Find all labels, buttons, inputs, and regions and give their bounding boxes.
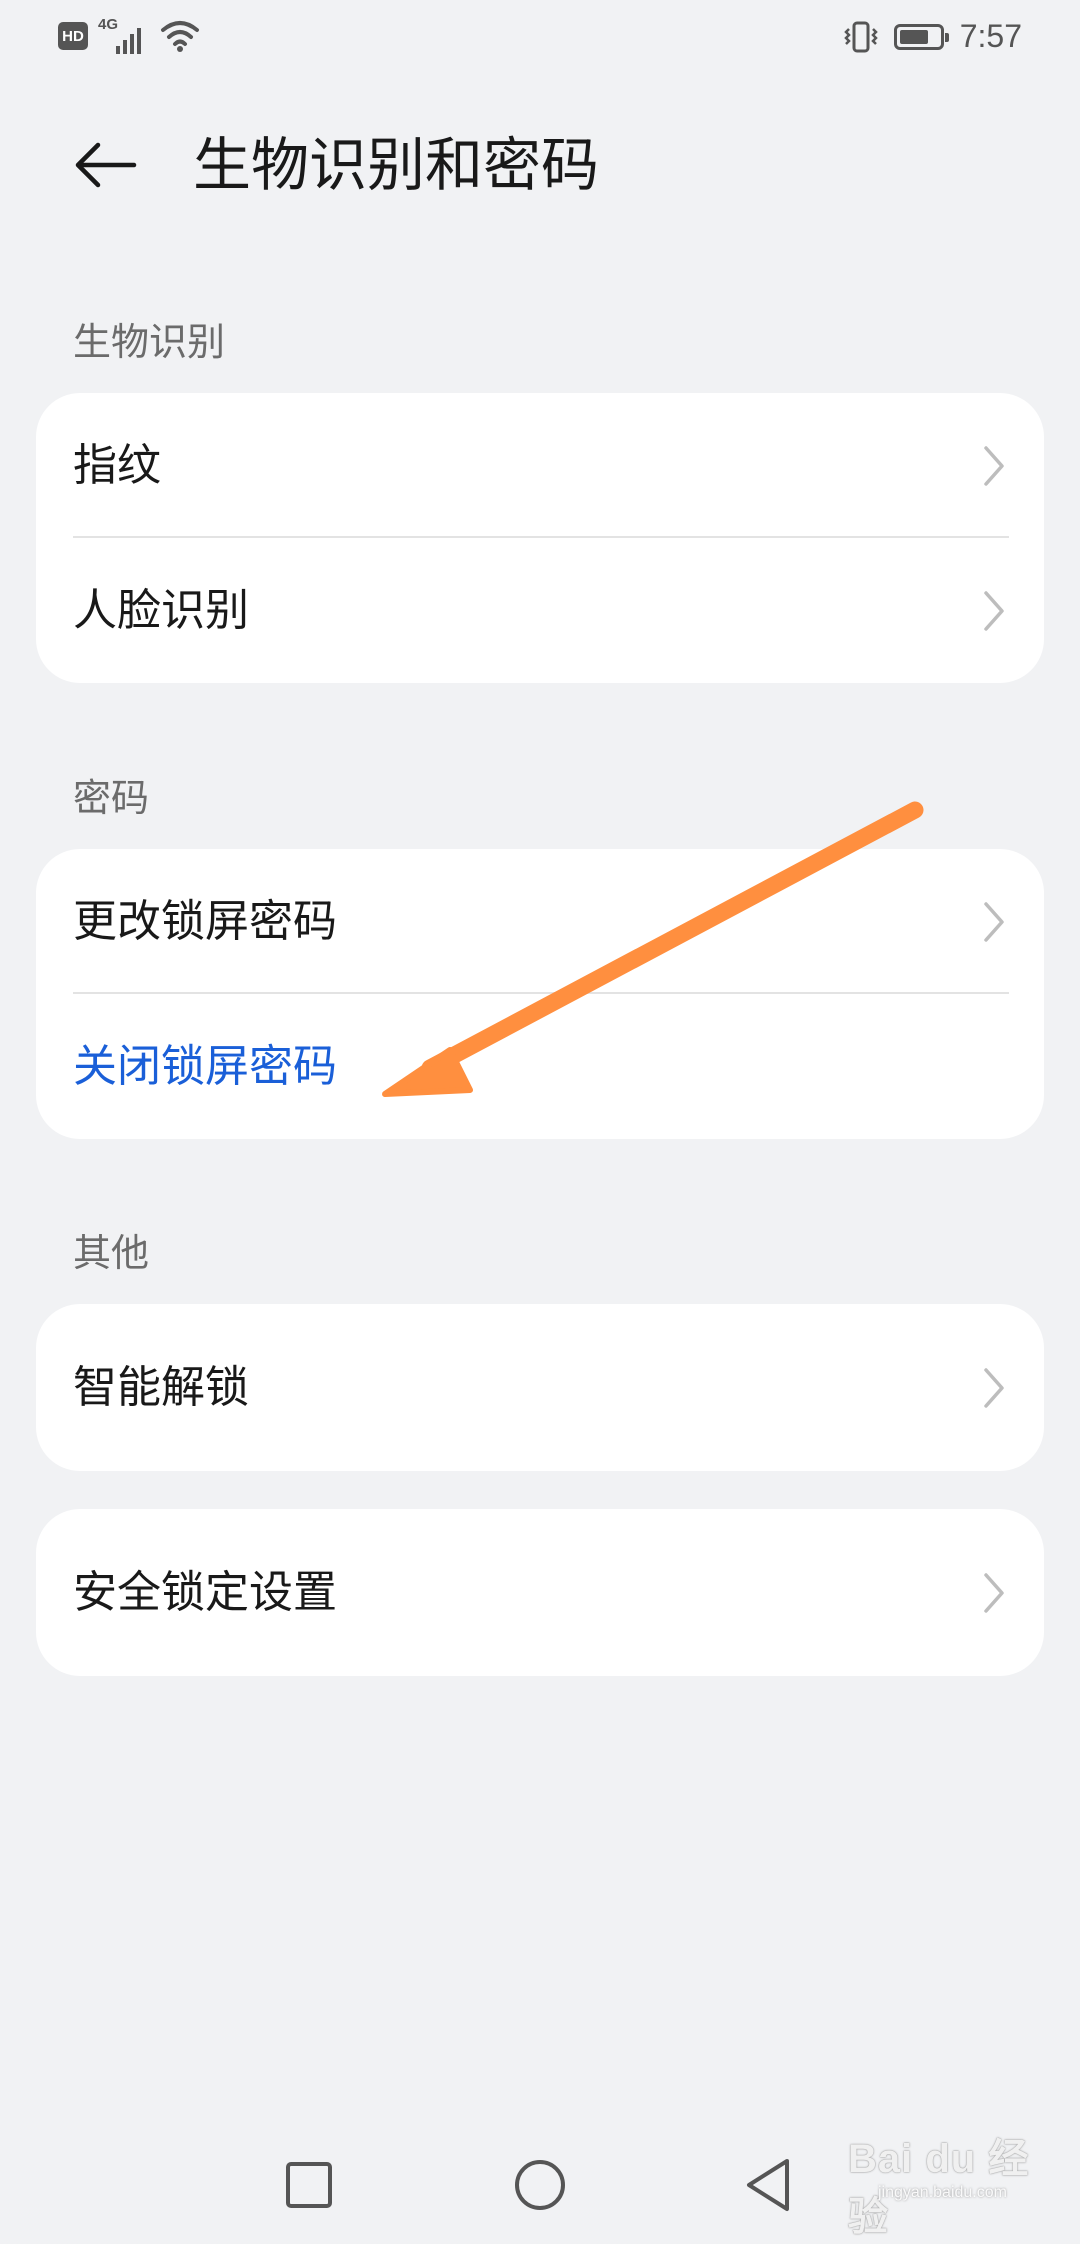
biometrics-card: 指纹 人脸识别 (36, 393, 1044, 683)
settings-item-security-lock[interactable]: 安全锁定设置 (36, 1509, 1044, 1676)
settings-item-label: 人脸识别 (73, 585, 249, 636)
arrow-left-icon (75, 142, 137, 188)
password-card: 更改锁屏密码 关闭锁屏密码 (36, 849, 1044, 1139)
settings-item-label: 更改锁屏密码 (73, 896, 337, 947)
settings-item-label: 关闭锁屏密码 (73, 1041, 337, 1092)
home-icon (515, 2160, 565, 2210)
chevron-right-icon (984, 590, 1004, 631)
settings-item-fingerprint[interactable]: 指纹 (36, 393, 1044, 538)
home-button[interactable] (505, 2150, 575, 2220)
other-card: 智能解锁 (36, 1304, 1044, 1471)
back-icon (747, 2159, 789, 2211)
network-type-label: 4G (98, 16, 119, 33)
hd-icon: HD (58, 22, 88, 50)
nav-back-button[interactable] (733, 2150, 803, 2220)
header: 生物识别和密码 (0, 110, 1080, 220)
settings-item-label: 指纹 (73, 440, 161, 491)
recent-apps-button[interactable] (274, 2150, 344, 2220)
battery-icon (893, 23, 949, 50)
chevron-right-icon (984, 445, 1004, 486)
chevron-right-icon (984, 1367, 1004, 1408)
status-left: HD 4G (58, 16, 200, 54)
page-title: 生物识别和密码 (193, 131, 600, 199)
back-button[interactable] (66, 128, 146, 202)
battery-level (899, 29, 929, 44)
chevron-right-icon (984, 1572, 1004, 1613)
section-label-biometrics: 生物识别 (73, 320, 226, 364)
signal-icon: 4G (98, 16, 150, 54)
recent-apps-icon (286, 2162, 332, 2208)
status-bar: HD 4G 7:57 (0, 0, 1080, 80)
settings-item-disable-lock-password[interactable]: 关闭锁屏密码 (36, 994, 1044, 1139)
settings-item-label: 智能解锁 (73, 1362, 249, 1413)
chevron-right-icon (984, 901, 1004, 942)
vibrate-icon (843, 20, 878, 54)
watermark: Bai du 经验 jingyan.baidu.com (830, 2118, 1050, 2239)
settings-item-face-recognition[interactable]: 人脸识别 (36, 538, 1044, 683)
status-right: 7:57 (843, 18, 1022, 55)
security-card: 安全锁定设置 (36, 1509, 1044, 1676)
status-time: 7:57 (959, 18, 1022, 54)
wifi-icon (160, 18, 200, 54)
watermark-subtext: jingyan.baidu.com (878, 2184, 1007, 2201)
settings-item-label: 安全锁定设置 (73, 1567, 337, 1618)
section-label-password: 密码 (73, 776, 150, 820)
settings-item-change-lock-password[interactable]: 更改锁屏密码 (36, 849, 1044, 994)
settings-item-smart-unlock[interactable]: 智能解锁 (36, 1304, 1044, 1471)
section-label-other: 其他 (73, 1231, 150, 1275)
